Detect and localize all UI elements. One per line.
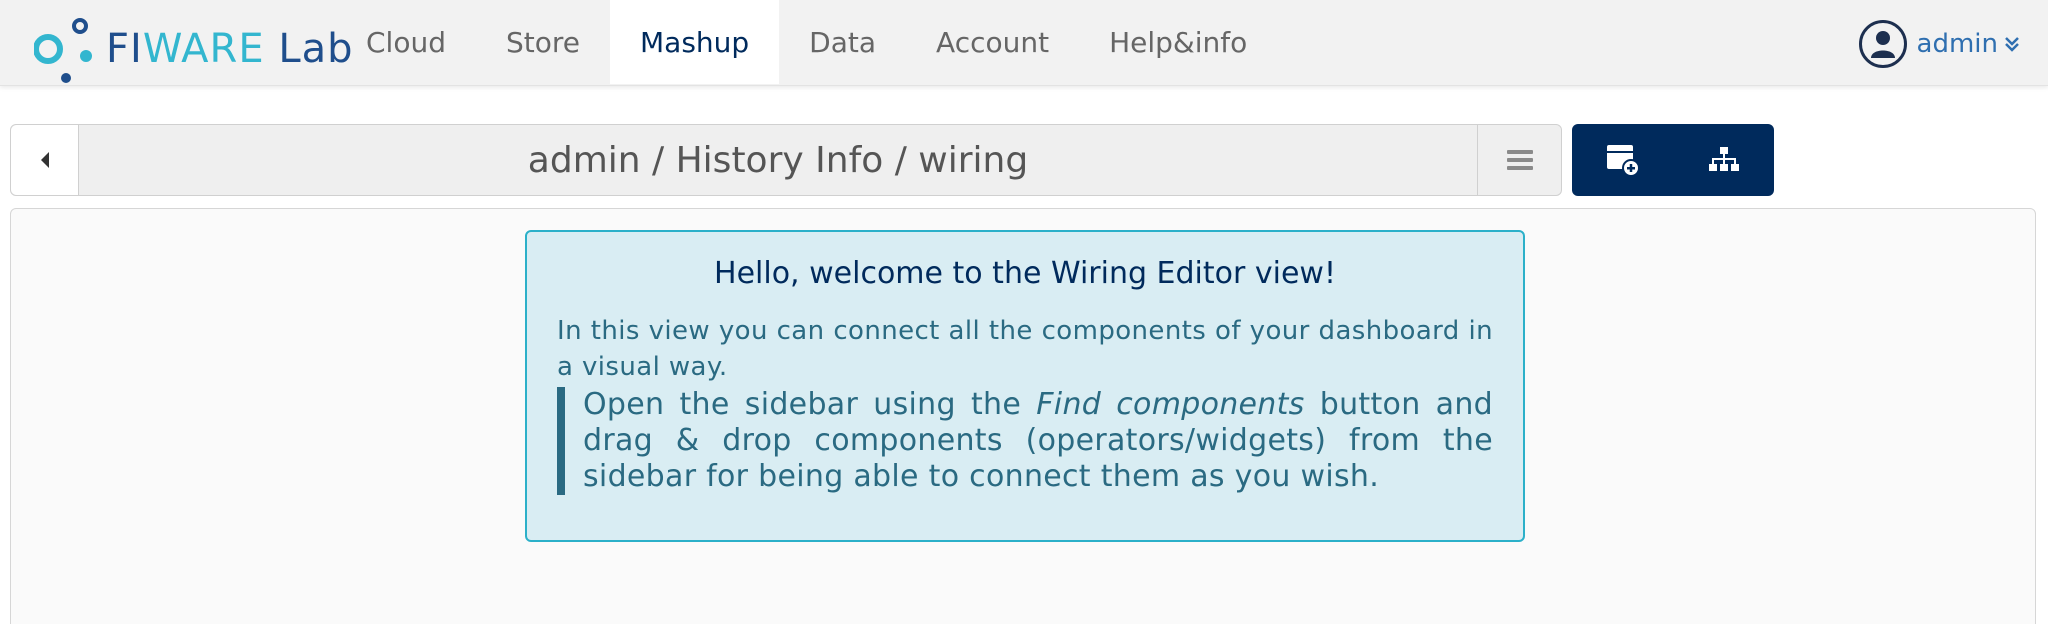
welcome-title: Hello, welcome to the Wiring Editor view… [714,256,1336,291]
wiring-action-buttons [1572,124,1774,196]
wiring-editor-canvas[interactable]: Hello, welcome to the Wiring Editor view… [10,208,2036,624]
logo-part-fi: FI [106,26,143,72]
user-avatar-icon [1858,20,1907,68]
main-nav-tabs: Cloud Store Mashup Data Account Help&inf… [336,0,1277,84]
sitemap-icon [1708,147,1739,171]
tab-help-info[interactable]: Help&info [1079,0,1277,84]
welcome-instructions: Open the sidebar using the Find componen… [557,387,1493,495]
fiware-lab-logo[interactable]: FIWARE Lab [34,18,353,84]
tab-store[interactable]: Store [476,0,610,84]
top-navbar: FIWARE Lab Cloud Store Mashup Data Accou… [0,0,2048,86]
logo-wordmark: FIWARE Lab [106,26,354,72]
breadcrumb: admin / History Info / wiring [527,139,1029,181]
user-menu[interactable]: admin [1858,20,2020,68]
find-components-emphasis: Find components [1036,387,1305,422]
welcome-message: Hello, welcome to the Wiring Editor view… [525,230,1525,542]
caret-left-icon [40,152,49,168]
tab-cloud[interactable]: Cloud [336,0,476,84]
hamburger-icon [1506,150,1533,170]
behaviours-button[interactable] [1673,124,1774,196]
welcome-text: In this view you can connect all the com… [557,316,1493,382]
tab-mashup[interactable]: Mashup [610,0,780,84]
breadcrumb-bar: admin / History Info / wiring [10,124,1562,196]
back-button[interactable] [11,125,79,195]
fiware-dots-icon [34,18,92,83]
find-components-button[interactable] [1572,124,1673,196]
tab-data[interactable]: Data [779,0,906,84]
instructions-start: Open the sidebar using the [583,387,1037,422]
double-chevron-down-icon [2004,35,2020,53]
add-component-icon [1606,145,1640,177]
user-name: admin [1916,29,1998,59]
workspace-menu-button[interactable] [1477,125,1561,195]
tab-account[interactable]: Account [906,0,1079,84]
logo-part-ware: WARE [142,26,265,72]
